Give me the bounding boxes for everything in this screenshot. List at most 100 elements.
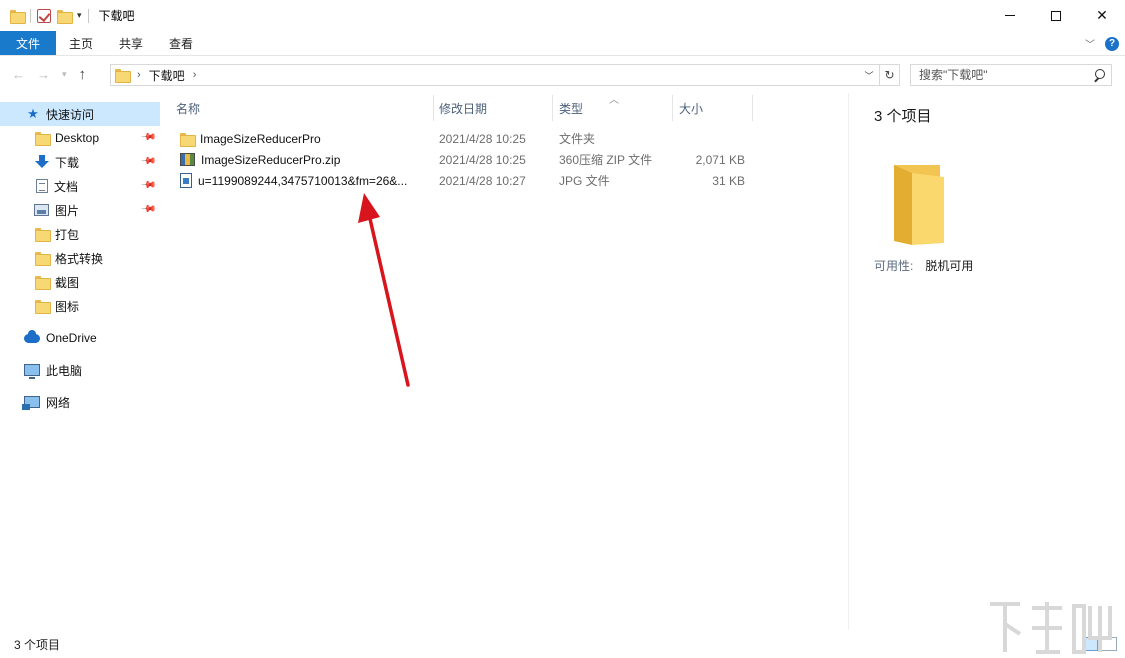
folder-icon xyxy=(35,276,51,290)
search-input[interactable] xyxy=(919,68,1089,82)
address-history-dropdown[interactable]: ﹀ xyxy=(861,65,877,85)
pin-icon[interactable]: 📌 xyxy=(139,201,156,218)
folder-icon xyxy=(35,300,51,314)
sidebar-item-label: 图标 xyxy=(55,299,80,314)
expand-ribbon-icon[interactable]: ﹀ xyxy=(1085,36,1095,51)
sidebar-item-desktop[interactable]: Desktop 📌 xyxy=(0,126,160,150)
sidebar-item-label: 格式转换 xyxy=(55,251,104,266)
search-icon[interactable] xyxy=(1093,69,1105,81)
sidebar-item-onedrive[interactable]: OneDrive xyxy=(0,326,160,350)
refresh-icon[interactable]: ↻ xyxy=(879,65,899,85)
column-divider[interactable] xyxy=(752,95,753,121)
breadcrumb[interactable]: 下载吧 xyxy=(149,67,185,84)
sort-up-icon: ︿ xyxy=(609,95,619,106)
breadcrumb-separator-icon[interactable]: › xyxy=(193,69,197,81)
folder-icon xyxy=(35,228,51,242)
status-bar: 3 个项目 xyxy=(0,630,1125,658)
folder-icon xyxy=(10,9,26,24)
availability: 可用性: 脱机可用 xyxy=(874,257,973,274)
table-row[interactable]: ImageSizeReducerPro 2021/4/28 10:25 文件夹 xyxy=(168,128,848,149)
up-arrow-icon[interactable]: ↑ xyxy=(79,66,87,83)
sidebar-item-screenshots[interactable]: 截图 xyxy=(0,270,160,294)
sidebar-item-label: 截图 xyxy=(55,275,80,290)
jpg-icon xyxy=(180,173,192,188)
toolbar-divider xyxy=(87,8,89,23)
watermark-logo xyxy=(990,602,1112,654)
maximize-button[interactable] xyxy=(1033,0,1079,31)
sidebar-item-label: 图片 xyxy=(55,203,80,218)
file-size: 31 KB xyxy=(712,173,745,188)
forward-arrow-icon[interactable]: → xyxy=(37,67,50,82)
tab-file[interactable]: 文件 xyxy=(0,31,57,55)
properties-icon[interactable] xyxy=(37,8,51,23)
file-name: ImageSizeReducerPro.zip xyxy=(201,152,341,167)
sidebar-item-documents[interactable]: 文档 📌 xyxy=(0,174,160,198)
table-row[interactable]: ImageSizeReducerPro.zip 2021/4/28 10:25 … xyxy=(168,149,848,170)
network-icon xyxy=(22,396,40,410)
file-name: ImageSizeReducerPro xyxy=(200,131,321,146)
ribbon-controls: ﹀ ? xyxy=(1085,31,1119,56)
customize-toolbar-icon[interactable]: ▾ xyxy=(77,10,82,21)
pin-icon[interactable]: 📌 xyxy=(139,153,156,170)
large-folder-icon xyxy=(894,165,944,245)
file-date: 2021/4/28 10:25 xyxy=(439,152,526,167)
close-icon: ✕ xyxy=(1096,7,1108,23)
sidebar-item-format-convert[interactable]: 格式转换 xyxy=(0,246,160,270)
minimize-icon xyxy=(1005,15,1015,16)
tab-view[interactable]: 查看 xyxy=(156,31,206,55)
sidebar-item-icons[interactable]: 图标 xyxy=(0,294,160,318)
file-type: 360压缩 ZIP 文件 xyxy=(559,153,653,167)
navigation-buttons: ← → ▾ ↑ xyxy=(12,66,86,83)
pin-icon[interactable]: 📌 xyxy=(139,177,156,194)
document-icon xyxy=(36,179,48,193)
folder-icon xyxy=(115,69,131,83)
navigation-pane: ★ 快速访问 Desktop 📌 下载 📌 文档 📌 图片 📌 打包 格式转换 … xyxy=(0,93,160,630)
pin-icon[interactable]: 📌 xyxy=(139,129,156,146)
availability-value: 脱机可用 xyxy=(925,259,974,273)
title-bar: ▾ 下载吧 ✕ xyxy=(0,0,1125,31)
sidebar-item-pack[interactable]: 打包 xyxy=(0,222,160,246)
column-header-size[interactable]: 大小 xyxy=(671,93,751,123)
details-pane: 3 个项目 可用性: 脱机可用 xyxy=(848,93,1125,630)
sidebar-item-label: 文档 xyxy=(54,179,79,194)
breadcrumb-separator-icon[interactable]: › xyxy=(137,69,141,81)
sidebar-item-label: 下载 xyxy=(55,155,80,170)
sidebar-item-this-pc[interactable]: 此电脑 xyxy=(0,358,160,382)
picture-icon xyxy=(34,204,49,216)
close-button[interactable]: ✕ xyxy=(1079,0,1125,31)
status-item-count: 3 个项目 xyxy=(14,637,61,652)
sidebar-item-network[interactable]: 网络 xyxy=(0,390,160,414)
file-name-cell: ImageSizeReducerPro xyxy=(180,128,321,149)
file-name-cell: u=1199089244,3475710013&fm=26&... xyxy=(180,170,407,191)
star-icon: ★ xyxy=(27,106,39,121)
back-arrow-icon[interactable]: ← xyxy=(12,67,25,82)
file-type: JPG 文件 xyxy=(559,174,610,188)
zip-icon xyxy=(180,153,195,166)
new-folder-icon[interactable] xyxy=(57,9,73,24)
ribbon-tabs: 文件 主页 共享 查看 ﹀ ? xyxy=(0,31,1125,56)
file-date: 2021/4/28 10:25 xyxy=(439,131,526,146)
download-icon xyxy=(35,155,49,169)
sidebar-item-label: 此电脑 xyxy=(46,363,83,378)
file-list: 名称 修改日期 类型 ︿ 大小 ImageSizeReducerPro 2021… xyxy=(168,93,848,630)
sidebar-item-pictures[interactable]: 图片 📌 xyxy=(0,198,160,222)
help-icon[interactable]: ? xyxy=(1105,36,1119,51)
sidebar-item-downloads[interactable]: 下载 📌 xyxy=(0,150,160,174)
column-header-date[interactable]: 修改日期 xyxy=(431,93,551,123)
sidebar-item-label: Desktop xyxy=(55,131,100,145)
address-bar[interactable]: › 下载吧 › ﹀ ↻ xyxy=(110,64,900,86)
table-row[interactable]: u=1199089244,3475710013&fm=26&... 2021/4… xyxy=(168,170,848,191)
tab-home[interactable]: 主页 xyxy=(56,31,106,55)
column-header-name[interactable]: 名称 xyxy=(168,93,433,123)
search-box[interactable] xyxy=(910,64,1112,86)
sidebar-item-label: 快速访问 xyxy=(46,107,95,122)
quick-access-toolbar: ▾ xyxy=(0,8,89,24)
minimize-button[interactable] xyxy=(987,0,1033,31)
recent-locations-icon[interactable]: ▾ xyxy=(62,69,67,80)
sidebar-item-quick-access[interactable]: ★ 快速访问 xyxy=(0,102,160,126)
file-name: u=1199089244,3475710013&fm=26&... xyxy=(198,173,408,188)
folder-icon xyxy=(35,252,51,266)
details-item-count: 3 个项目 xyxy=(874,108,932,125)
window-controls: ✕ xyxy=(987,0,1125,31)
tab-share[interactable]: 共享 xyxy=(106,31,156,55)
